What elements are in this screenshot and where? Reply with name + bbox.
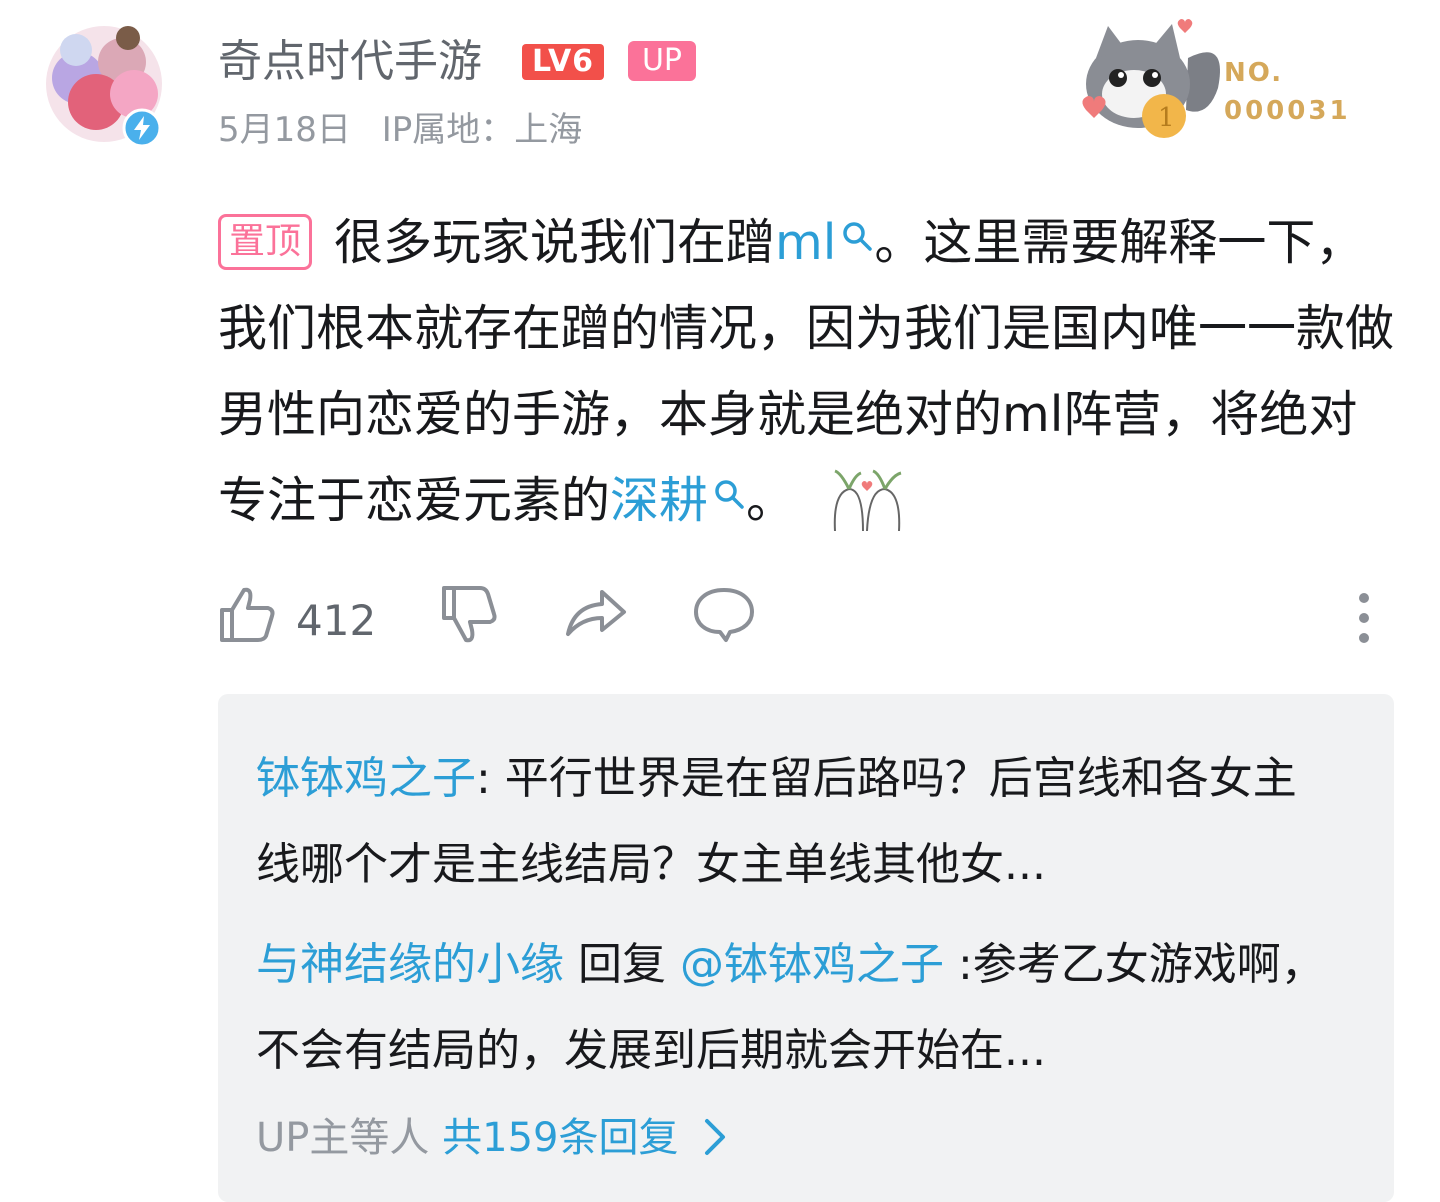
svg-text:1: 1 [1158, 103, 1175, 133]
reply-keyword: 回复 [564, 939, 680, 990]
search-icon [715, 480, 744, 509]
verified-lightning-icon [122, 108, 162, 148]
fan-badge-no: NO. [1224, 58, 1284, 88]
thumbs-down-icon [442, 586, 497, 643]
more-vertical-icon [1359, 593, 1369, 643]
post-date: 5月18日 [218, 110, 351, 150]
fan-badge-cat-image: 1 [1082, 19, 1220, 138]
author-name[interactable]: 奇点时代手游 [218, 36, 482, 88]
post-text-part-3: 。 [746, 472, 796, 529]
more-replies-link[interactable]: 共159条回复 [442, 1115, 678, 1161]
reply-username[interactable]: 与神结缘的小缘 [256, 939, 564, 990]
like-count: 412 [296, 596, 377, 645]
view-all-replies[interactable]: UP主等人 共159条回复 [256, 1108, 728, 1168]
ip-location: IP属地：上海 [381, 110, 583, 150]
share-icon [566, 590, 626, 636]
fan-badge-number: 000031 [1224, 96, 1351, 126]
author-avatar[interactable] [36, 16, 172, 152]
keyword-ml-label: ml [775, 214, 837, 271]
sticker-image [833, 469, 902, 531]
comment-button[interactable] [692, 584, 756, 648]
search-icon [843, 222, 873, 251]
reply-username[interactable]: 钵钵鸡之子 [256, 753, 476, 804]
dislike-button[interactable] [440, 584, 498, 650]
keyword-link-deep[interactable]: 深耕 [610, 472, 746, 529]
reply-preview-box[interactable]: 钵钵鸡之子: 平行世界是在留后路吗？后宫线和各女主线哪个才是主线结局？女主单线其… [218, 694, 1394, 1202]
share-button[interactable] [564, 584, 628, 644]
like-button[interactable] [218, 584, 276, 648]
chevron-right-icon [705, 1119, 726, 1155]
reply-item[interactable]: 钵钵鸡之子: 平行世界是在留后路吗？后宫线和各女主线哪个才是主线结局？女主单线其… [256, 736, 1326, 908]
thumbs-up-icon [220, 587, 275, 642]
fan-badge[interactable]: 1 NO. 000031 [1068, 18, 1348, 148]
keyword-deep-label: 深耕 [610, 472, 709, 529]
reply-mention[interactable]: @钵钵鸡之子 [680, 939, 944, 990]
post-content: 置顶 很多玩家说我们在蹭ml 。这里需要解释一下，我们根本就存在蹭的情况，因为我们是… [218, 200, 1398, 544]
more-replies-prefix: UP主等人 [256, 1115, 443, 1161]
more-button[interactable] [1352, 590, 1376, 650]
reply-item[interactable]: 与神结缘的小缘 回复 @钵钵鸡之子 :参考乙女游戏啊，不会有结局的，发展到后期就… [256, 922, 1326, 1094]
comment-icon [694, 588, 754, 642]
post-text-part-1: 很多玩家说我们在蹭 [334, 214, 776, 271]
post-meta: 5月18日 IP属地：上海 [218, 108, 602, 152]
pinned-tag: 置顶 [218, 214, 313, 270]
action-bar: 412 [218, 584, 1398, 654]
keyword-link-ml[interactable]: ml [775, 214, 874, 271]
level-badge: LV6 [522, 44, 604, 80]
up-badge: UP [628, 41, 696, 81]
